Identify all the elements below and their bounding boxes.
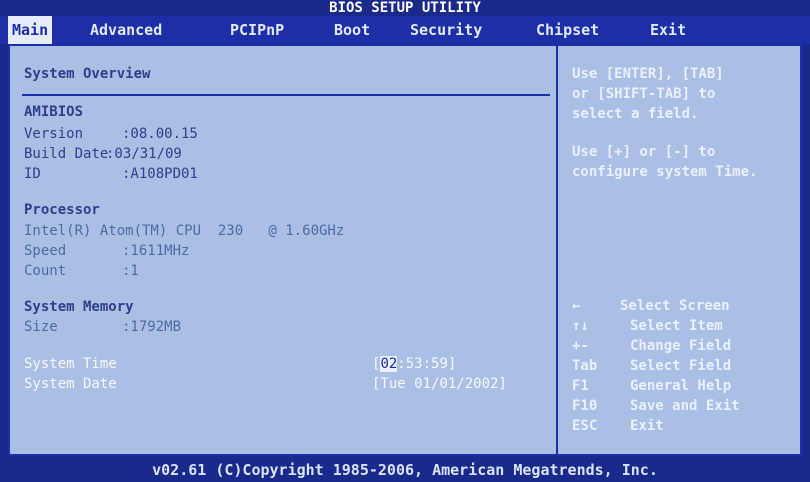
key-f10: F10 bbox=[572, 398, 598, 414]
main-panel: System Overview AMIBIOS Version :08.00.1… bbox=[8, 44, 802, 456]
speed-value: :1611MHz bbox=[122, 243, 190, 259]
system-time-rest: :53:59] bbox=[397, 356, 457, 372]
processor-model: Intel(R) Atom(TM) CPU 230 @ 1.60GHz bbox=[24, 223, 345, 239]
system-time-hour-cursor[interactable]: 02 bbox=[380, 356, 398, 372]
help-line-2: or [SHIFT-TAB] to bbox=[572, 86, 716, 102]
key-left-arrow-icon: ← bbox=[572, 298, 581, 314]
system-time-value[interactable]: [02:53:59] bbox=[372, 356, 456, 372]
help-line-4: Use [+] or [-] to bbox=[572, 144, 716, 160]
key-select-field: Select Field bbox=[630, 358, 732, 374]
help-line-1: Use [ENTER], [TAB] bbox=[572, 66, 724, 82]
version-value: :08.00.15 bbox=[122, 126, 198, 142]
key-esc: ESC bbox=[572, 418, 598, 434]
key-save-and-exit: Save and Exit bbox=[630, 398, 740, 414]
memory-size-label: Size bbox=[24, 319, 58, 335]
tab-advanced[interactable]: Advanced bbox=[86, 16, 166, 44]
id-label: ID bbox=[24, 166, 41, 182]
help-line-5: configure system Time. bbox=[572, 164, 758, 180]
memory-title: System Memory bbox=[24, 299, 134, 315]
key-f1: F1 bbox=[572, 378, 589, 394]
key-change-field: Change Field bbox=[630, 338, 732, 354]
processor-title: Processor bbox=[24, 202, 100, 218]
key-select-screen: Select Screen bbox=[620, 298, 730, 314]
tab-chipset[interactable]: Chipset bbox=[532, 16, 603, 44]
tab-exit[interactable]: Exit bbox=[646, 16, 690, 44]
build-date-value: :03/31/09 bbox=[106, 146, 182, 162]
system-date-label[interactable]: System Date bbox=[24, 376, 117, 392]
memory-size-value: :1792MB bbox=[122, 319, 182, 335]
id-value: :A108PD01 bbox=[122, 166, 198, 182]
version-label: Version bbox=[24, 126, 84, 142]
system-date-value[interactable]: [Tue 01/01/2002] bbox=[372, 376, 507, 392]
count-label: Count bbox=[24, 263, 67, 279]
menu-bar: Main Advanced PCIPnP Boot Security Chips… bbox=[0, 16, 810, 44]
key-select-item: Select Item bbox=[630, 318, 723, 334]
tab-main[interactable]: Main bbox=[8, 16, 53, 44]
build-date-label: Build Date bbox=[24, 146, 109, 162]
section-title: System Overview bbox=[24, 66, 151, 82]
system-time-label[interactable]: System Time bbox=[24, 356, 117, 372]
tab-pcipnp[interactable]: PCIPnP bbox=[226, 16, 288, 44]
key-up-down-arrow-icon: ↑↓ bbox=[572, 318, 589, 334]
key-general-help: General Help bbox=[630, 378, 732, 394]
amibios-title: AMIBIOS bbox=[24, 104, 84, 120]
panel-divider bbox=[556, 46, 558, 454]
section-divider bbox=[22, 94, 550, 96]
help-line-3: select a field. bbox=[572, 106, 699, 122]
count-value: :1 bbox=[122, 263, 139, 279]
key-exit: Exit bbox=[630, 418, 664, 434]
speed-label: Speed bbox=[24, 243, 67, 259]
tab-boot[interactable]: Boot bbox=[330, 16, 374, 44]
tab-security[interactable]: Security bbox=[406, 16, 486, 44]
key-plus-minus: +- bbox=[572, 338, 589, 354]
key-tab: Tab bbox=[572, 358, 598, 374]
window-title: BIOS SETUP UTILITY bbox=[0, 0, 810, 16]
copyright-footer: v02.61 (C)Copyright 1985-2006, American … bbox=[0, 458, 810, 482]
